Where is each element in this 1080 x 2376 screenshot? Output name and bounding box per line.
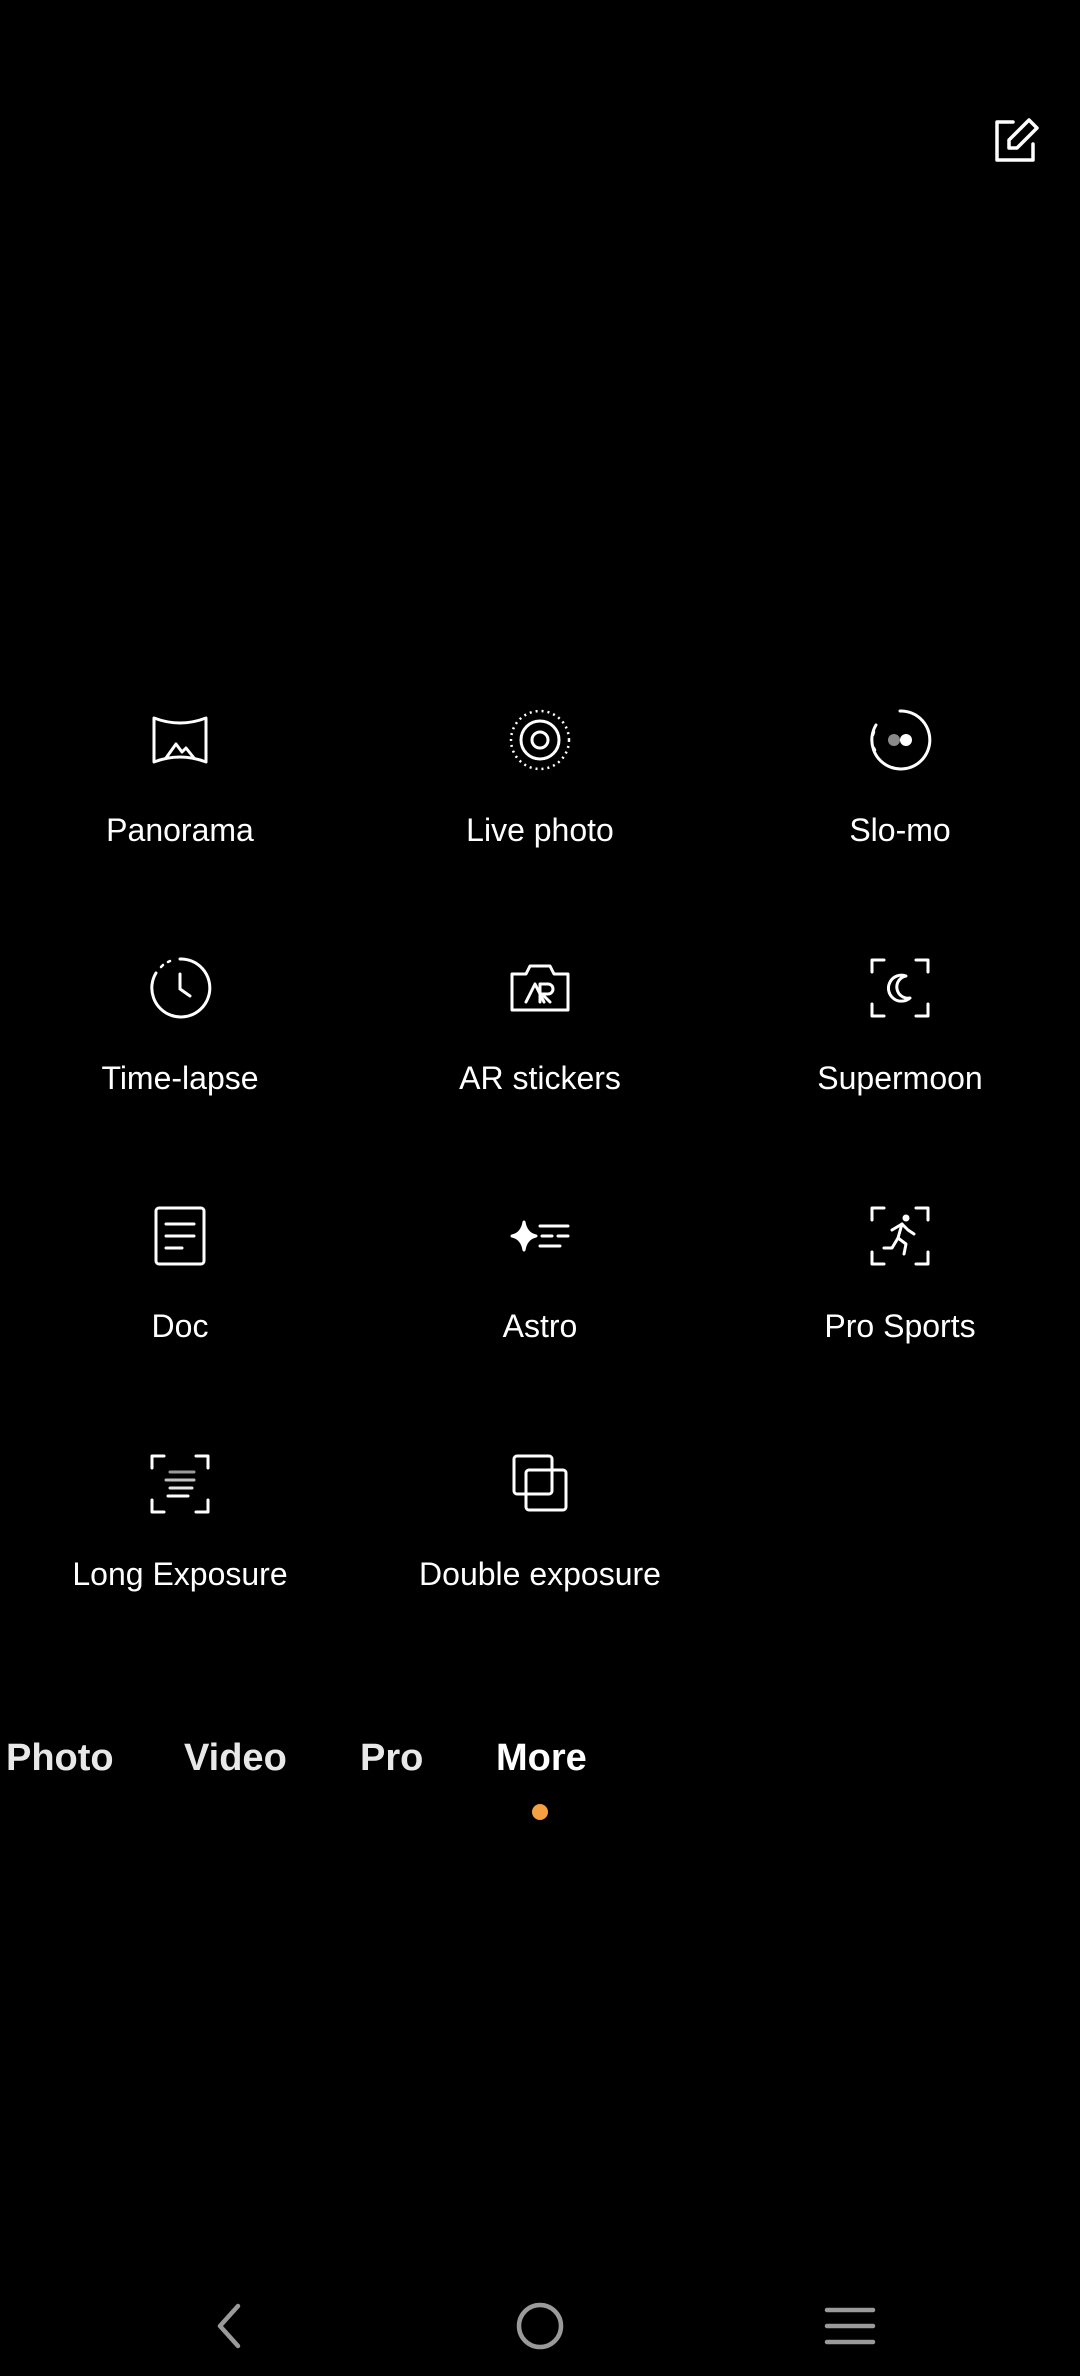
active-tab-indicator [532,1804,548,1820]
mode-label: Live photo [466,812,614,848]
mode-grid: Panorama Live photo Slo-mo Time-lapse AR… [0,700,1080,1692]
mode-ar-stickers[interactable]: AR stickers [360,948,720,1128]
tab-photo[interactable]: Photo [6,1730,114,1786]
mode-row: Doc Astro Pro Sports [0,1196,1080,1444]
time-lapse-icon [150,957,212,1019]
edit-square-icon [995,118,1039,162]
mode-label: Slo-mo [849,812,951,848]
mode-row: Time-lapse AR stickers Supermoon [0,948,1080,1196]
mode-row: Long Exposure Double exposure [0,1444,1080,1692]
mode-time-lapse[interactable]: Time-lapse [0,948,360,1128]
camera-mode-tabs: Photo Video Pro More [0,1730,1080,1810]
mode-supermoon[interactable]: Supermoon [720,948,1080,1128]
mode-label: Time-lapse [101,1060,259,1096]
back-button[interactable] [190,2286,270,2366]
mode-label: Astro [502,1308,578,1344]
recent-apps-button[interactable] [810,2286,890,2366]
panorama-icon [152,716,208,764]
mode-label: Double exposure [419,1556,661,1592]
mode-live-photo[interactable]: Live photo [360,700,720,880]
mode-doc[interactable]: Doc [0,1196,360,1376]
slow-motion-icon [870,709,932,771]
moon-frame-icon [870,958,930,1018]
tab-video[interactable]: Video [184,1730,287,1786]
home-button[interactable] [500,2286,580,2366]
overlapping-squares-icon [512,1454,568,1512]
live-photo-icon [509,709,571,771]
mode-panorama[interactable]: Panorama [0,700,360,880]
tab-pro[interactable]: Pro [360,1730,423,1786]
mode-label: Panorama [106,812,254,848]
edit-modes-button[interactable] [985,112,1045,172]
long-exposure-frame-icon [150,1454,210,1514]
tab-more[interactable]: More [496,1730,587,1786]
mode-label: Supermoon [817,1060,983,1096]
menu-lines-icon [824,2307,876,2345]
ar-camera-icon [510,964,570,1012]
mode-pro-sports[interactable]: Pro Sports [720,1196,1080,1376]
home-circle-icon [516,2302,564,2350]
mode-label: AR stickers [459,1060,621,1096]
mode-label: Doc [151,1308,209,1344]
mode-row: Panorama Live photo Slo-mo [0,700,1080,948]
system-navigation-bar [0,2276,1080,2376]
document-icon [154,1206,206,1266]
mode-slo-mo[interactable]: Slo-mo [720,700,1080,880]
mode-astro[interactable]: Astro [360,1196,720,1376]
back-chevron-icon [217,2303,241,2349]
mode-double-exposure[interactable]: Double exposure [360,1444,720,1624]
star-trails-icon [510,1220,570,1252]
mode-label: Long Exposure [72,1556,288,1592]
running-person-frame-icon [870,1206,930,1266]
mode-label: Pro Sports [824,1308,976,1344]
mode-long-exposure[interactable]: Long Exposure [0,1444,360,1624]
